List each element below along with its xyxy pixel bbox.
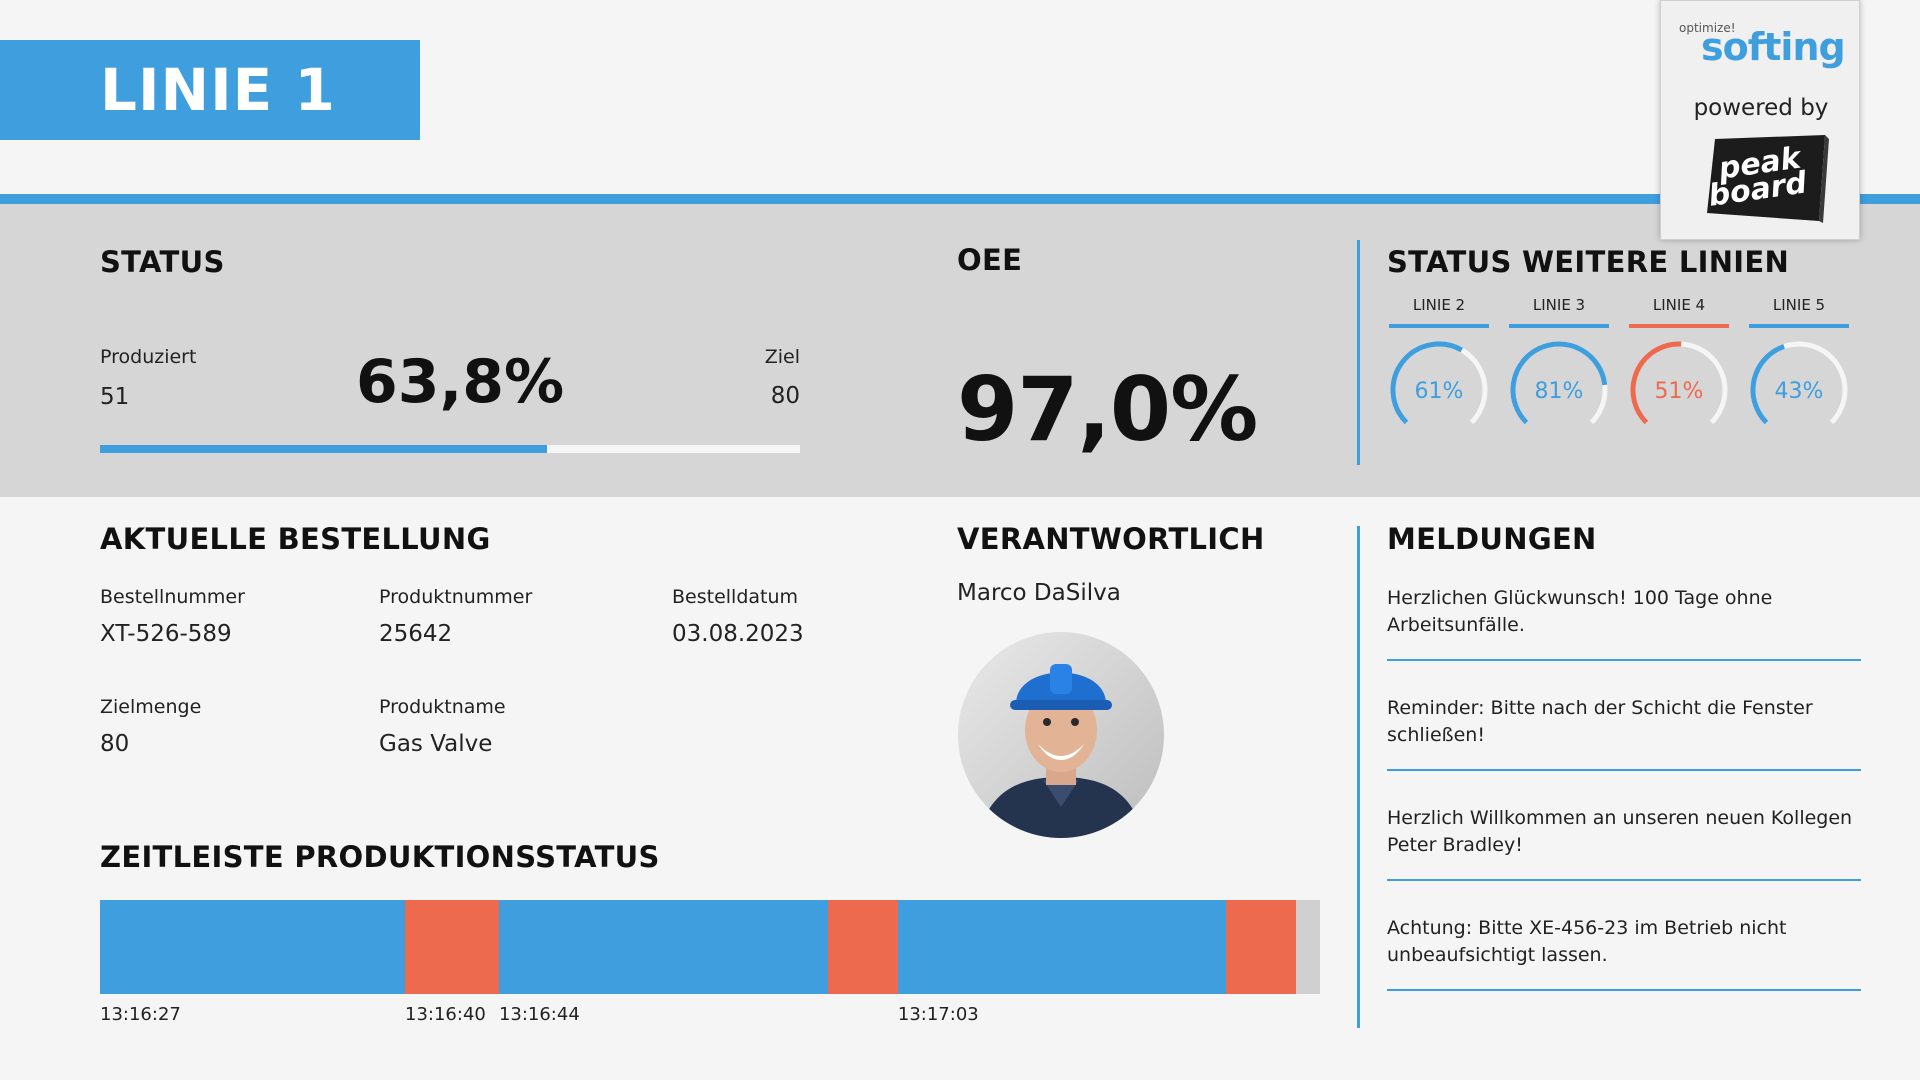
line-gauge-ring: 51% xyxy=(1630,341,1728,425)
line-gauge: LINIE 3 81% xyxy=(1509,296,1609,440)
order-number-label: Bestellnummer xyxy=(100,586,245,608)
line-gauge-ring: 81% xyxy=(1510,341,1608,425)
line-gauge-label: LINIE 3 xyxy=(1532,296,1586,314)
target-qty-label: Zielmenge xyxy=(100,696,202,718)
timeline-segment-running xyxy=(498,900,829,994)
oee-title: OEE xyxy=(957,243,1023,277)
timeline-segment-running xyxy=(897,900,1227,994)
line-gauge-label: LINIE 4 xyxy=(1652,296,1706,314)
peakboard-logo: peak board xyxy=(1706,135,1829,223)
line-gauge-value: 51% xyxy=(1655,379,1704,404)
message-divider xyxy=(1387,989,1861,991)
line-gauge-rule xyxy=(1389,324,1489,328)
timeline-segment-stopped xyxy=(405,900,499,994)
line-gauge-value: 43% xyxy=(1775,379,1824,404)
produced-value: 51 xyxy=(100,384,130,410)
target-qty-value: 80 xyxy=(100,731,130,757)
status-percent: 63,8% xyxy=(356,347,565,417)
line-title: LINIE 1 xyxy=(100,56,336,124)
line-gauge-ring: 43% xyxy=(1750,341,1848,425)
other-lines-title: STATUS WEITERE LINIEN xyxy=(1387,245,1790,279)
line-gauge-label: LINIE 2 xyxy=(1412,296,1466,314)
line-badge: LINIE 1 xyxy=(0,40,420,140)
message-item: Herzlich Willkommen an unseren neuen Kol… xyxy=(1387,807,1853,856)
message-item: Reminder: Bitte nach der Schicht die Fen… xyxy=(1387,697,1813,746)
divider-top xyxy=(1357,240,1360,465)
timeline-title: ZEITLEISTE PRODUKTIONSSTATUS xyxy=(100,840,660,874)
line-gauge: LINIE 5 43% xyxy=(1749,296,1849,440)
product-name-value: Gas Valve xyxy=(379,731,493,757)
line-gauge-value: 61% xyxy=(1415,379,1464,404)
timeline-time-label: 13:17:03 xyxy=(897,1004,979,1025)
message-divider xyxy=(1387,659,1861,661)
order-title: AKTUELLE BESTELLUNG xyxy=(100,522,491,556)
timeline-segment-stopped xyxy=(1226,900,1296,994)
avatar xyxy=(958,632,1164,838)
line-gauge-label: LINIE 5 xyxy=(1772,296,1826,314)
product-name-label: Produktname xyxy=(379,696,506,718)
responsible-title: VERANTWORTLICH xyxy=(957,522,1265,556)
order-date-label: Bestelldatum xyxy=(672,586,799,608)
production-timeline xyxy=(100,900,1320,994)
timeline-time-label: 13:16:44 xyxy=(498,1004,580,1025)
timeline-time-label: 13:16:40 xyxy=(405,1004,486,1025)
messages-title: MELDUNGEN xyxy=(1387,522,1597,556)
responsible-name: Marco DaSilva xyxy=(957,580,1121,606)
order-date-value: 03.08.2023 xyxy=(672,621,804,647)
production-progress-bar xyxy=(100,445,800,453)
powered-by-text: powered by xyxy=(1693,95,1829,121)
timeline-time-label: 13:16:27 xyxy=(100,1004,181,1025)
message-divider xyxy=(1387,879,1861,881)
produced-label: Produziert xyxy=(100,346,197,368)
logo-box: optimize! softing powered by peak board xyxy=(1660,0,1860,240)
order-number-value: XT-526-589 xyxy=(100,621,232,647)
message-divider xyxy=(1387,769,1861,771)
divider-bottom xyxy=(1357,526,1360,1028)
line-gauge-rule xyxy=(1629,324,1729,328)
worker-avatar-image xyxy=(958,632,1164,838)
line-gauge-rule xyxy=(1509,324,1609,328)
timeline-segment-running xyxy=(100,900,405,994)
line-gauge: LINIE 4 51% xyxy=(1629,296,1729,440)
status-title: STATUS xyxy=(100,245,225,279)
line-gauge-rule xyxy=(1749,324,1849,328)
timeline-segment-stopped xyxy=(828,900,898,994)
line-gauge-value: 81% xyxy=(1535,379,1584,404)
oee-value: 97,0% xyxy=(957,358,1258,461)
softing-logo: softing xyxy=(1701,25,1846,69)
header-rule xyxy=(0,194,1920,204)
product-number-label: Produktnummer xyxy=(379,586,533,608)
target-label: Ziel xyxy=(764,346,800,368)
line-gauge-ring: 61% xyxy=(1390,341,1488,425)
line-gauge: LINIE 2 61% xyxy=(1389,296,1489,440)
production-progress-fill xyxy=(100,445,547,453)
product-number-value: 25642 xyxy=(379,621,453,647)
message-item: Herzlichen Glückwunsch! 100 Tage ohne Ar… xyxy=(1387,587,1773,636)
message-item: Achtung: Bitte XE-456-23 im Betrieb nich… xyxy=(1387,917,1787,966)
target-value: 80 xyxy=(770,383,800,409)
